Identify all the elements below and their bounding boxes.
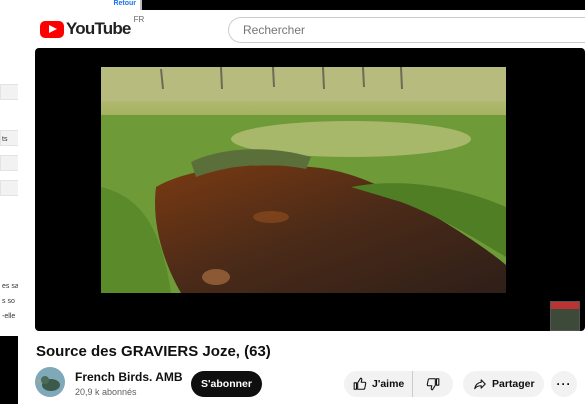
share-button[interactable]: Partager	[463, 371, 544, 397]
video-player[interactable]	[35, 48, 585, 331]
bird-avatar-icon	[35, 367, 65, 397]
search-box[interactable]	[228, 17, 585, 43]
background-row	[0, 155, 20, 171]
like-label: J'aime	[372, 378, 405, 390]
dislike-button[interactable]	[413, 371, 453, 397]
youtube-window: YouTube FR Rechercher Source des GRAVIER…	[18, 10, 585, 404]
share-label: Partager	[492, 378, 535, 390]
background-text: ts	[2, 136, 8, 143]
channel-avatar[interactable]	[35, 367, 65, 397]
logo-wordmark: YouTube	[66, 19, 131, 38]
background-row	[0, 84, 20, 100]
share-arrow-icon	[474, 379, 486, 390]
background-text: s so	[2, 298, 15, 305]
subscribe-button[interactable]: S'abonner	[191, 371, 262, 397]
youtube-logo[interactable]: YouTube FR	[40, 15, 144, 39]
thumb-up-icon	[353, 377, 367, 390]
background-row	[0, 180, 20, 196]
search-input[interactable]	[241, 22, 545, 38]
video-frame[interactable]	[101, 67, 506, 293]
youtube-logo-icon	[40, 20, 64, 38]
header-bar: YouTube FR	[18, 10, 585, 48]
country-code: FR	[133, 15, 145, 24]
back-link[interactable]: Retour	[113, 0, 136, 7]
channel-watermark[interactable]	[550, 301, 580, 331]
video-title: Source des GRAVIERS Joze, (63)	[36, 343, 271, 360]
thumb-down-icon	[426, 378, 440, 391]
like-button[interactable]: J'aime	[344, 371, 414, 397]
background-text: -elle	[2, 313, 16, 320]
more-icon[interactable]: ···	[551, 371, 577, 397]
channel-name[interactable]: French Birds. AMB	[75, 370, 183, 384]
like-dislike-group: J'aime	[344, 371, 453, 397]
video-scene	[101, 67, 506, 293]
subscriber-count: 20,9 k abonnés	[75, 387, 137, 397]
background-text: es sa	[2, 283, 19, 290]
